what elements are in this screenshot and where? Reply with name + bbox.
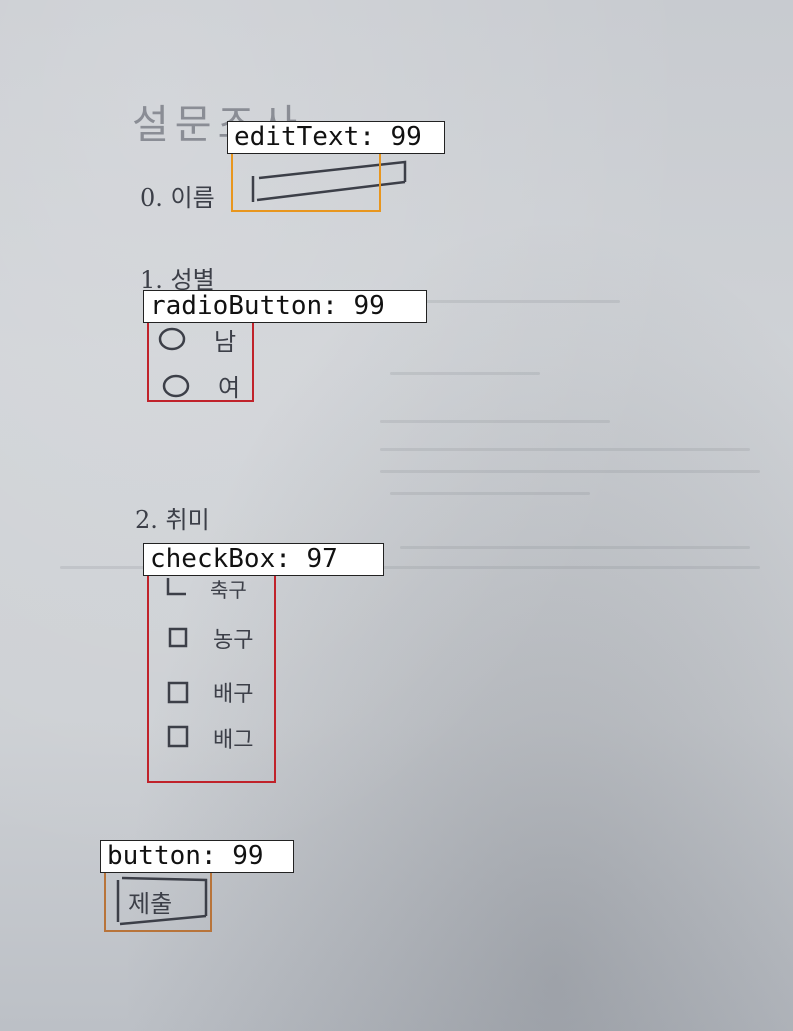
hobby-label: 2. 취미	[135, 506, 210, 534]
checkbox-detection-box	[147, 574, 276, 783]
name-label: 0. 이름	[140, 184, 215, 212]
checkbox-detection-label: checkBox: 97	[143, 543, 384, 576]
bleed-through-line	[390, 372, 540, 375]
bleed-through-line	[400, 546, 750, 549]
bleed-through-line	[380, 470, 760, 473]
button-detection-label: button: 99	[100, 840, 294, 873]
bleed-through-line	[380, 448, 750, 451]
radiobutton-detection-box	[147, 321, 254, 402]
bleed-through-line	[390, 492, 590, 495]
edittext-detection-box	[231, 152, 381, 212]
bleed-through-line	[380, 420, 610, 423]
radiobutton-detection-label: radioButton: 99	[143, 290, 427, 323]
button-detection-box	[104, 871, 212, 932]
edittext-detection-label: editText: 99	[227, 121, 445, 154]
